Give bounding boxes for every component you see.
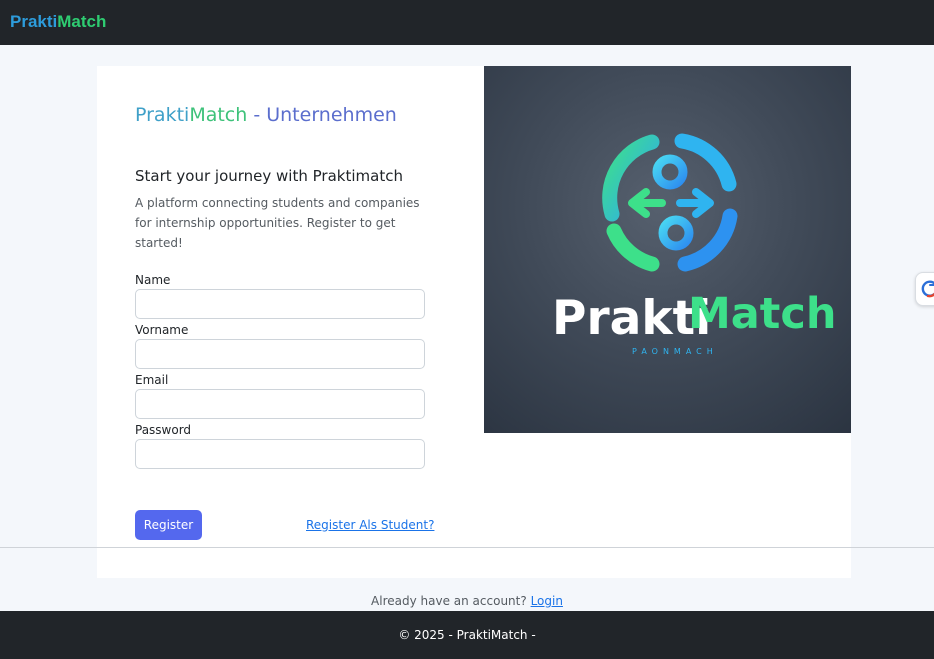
register-student-link[interactable]: Register Als Student? — [306, 518, 434, 532]
vorname-input[interactable] — [135, 339, 425, 369]
horizontal-divider — [0, 547, 934, 548]
name-label: Name — [135, 273, 171, 287]
journey-heading: Start your journey with Praktimatch — [135, 167, 403, 185]
floating-side-widget[interactable] — [915, 272, 934, 306]
logo-word-match: Match — [688, 289, 836, 339]
title-prakti: Prakti — [135, 104, 190, 126]
title-unternehmen: - Unternehmen — [247, 104, 397, 126]
brand-logo-link[interactable]: PraktiMatch — [10, 12, 106, 32]
praktimatch-logo-image: Prakti Match PAONMACH — [484, 66, 851, 433]
email-input[interactable] — [135, 389, 425, 419]
login-prompt-text: Already have an account? — [371, 594, 527, 608]
refresh-icon — [921, 280, 934, 298]
register-button[interactable]: Register — [135, 510, 202, 540]
vorname-label: Vorname — [135, 323, 189, 337]
password-input[interactable] — [135, 439, 425, 469]
page-footer: © 2025 - PraktiMatch - — [0, 611, 934, 659]
logo-tagline: PAONMACH — [632, 347, 718, 356]
password-label: Password — [135, 423, 192, 437]
brand-text-match: Match — [57, 12, 107, 31]
praktimatch-emblem-icon: Prakti Match PAONMACH — [552, 133, 836, 356]
page-title: PraktiMatch - Unternehmen — [135, 104, 397, 126]
login-link[interactable]: Login — [531, 594, 563, 608]
top-navbar: PraktiMatch — [0, 0, 934, 45]
title-match: Match — [189, 104, 248, 126]
footer-text: © 2025 - PraktiMatch - — [398, 628, 536, 642]
login-prompt: Already have an account? Login — [0, 594, 934, 608]
name-input[interactable] — [135, 289, 425, 319]
intro-text: A platform connecting students and compa… — [135, 196, 420, 250]
brand-text-prakti: Prakti — [10, 12, 58, 31]
registration-card: PraktiMatch - Unternehmen Start your jou… — [97, 66, 851, 578]
email-label: Email — [135, 373, 169, 387]
